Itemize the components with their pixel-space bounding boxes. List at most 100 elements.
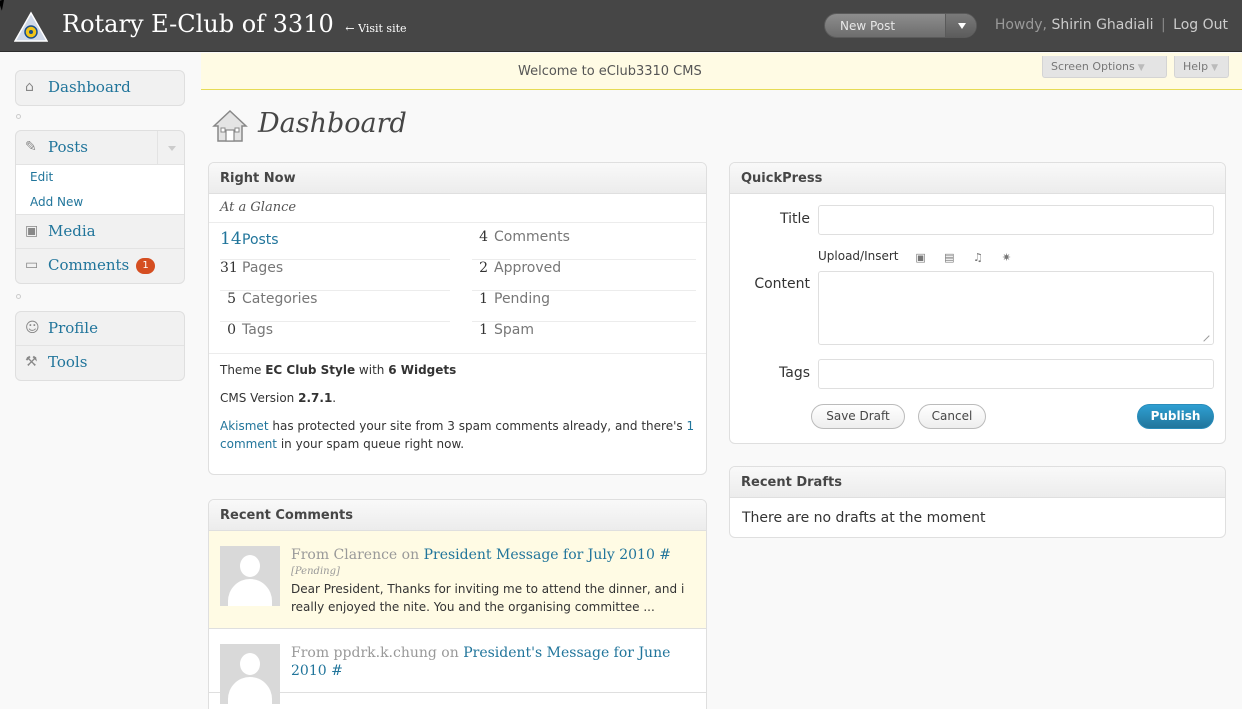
widget-title[interactable]: QuickPress [730,163,1225,194]
comment-status: [Pending] [291,566,340,577]
sidebar-item-label: Posts [48,138,88,156]
sidebar-item-comments[interactable]: ▭ Comments 1 [16,249,184,283]
stat-number[interactable]: 1 [472,291,494,307]
sidebar-item-media[interactable]: ▣ Media [16,215,184,249]
save-draft-button[interactable]: Save Draft [811,404,905,429]
sidebar-item-tools[interactable]: ⚒ Tools [16,346,184,380]
widgets-count: 6 Widgets [388,363,457,377]
title-input[interactable] [818,205,1214,235]
stat-row-pages[interactable]: 31 Pages [220,260,450,291]
stat-row-categories[interactable]: 5 Categories [220,291,450,322]
stat-label[interactable]: Posts [242,232,279,248]
users-icon: ☺ [25,320,40,336]
stat-label[interactable]: Categories [242,291,317,307]
howdy-text: Howdy, [994,17,1048,33]
content-textarea[interactable] [818,271,1214,345]
sidebar-item-posts[interactable]: ✎ Posts [16,131,184,165]
add-image-icon[interactable]: ▣ [915,252,927,263]
screen-options-button[interactable]: Screen Options ▼ [1042,56,1167,78]
stat-row-posts[interactable]: 14Posts [220,229,450,260]
sidebar-item-dashboard[interactable]: ⌂ Dashboard [16,71,184,105]
recent-drafts-widget: Recent Drafts There are no drafts at the… [729,466,1226,538]
avatar [220,644,280,704]
widget-title[interactable]: Right Now [209,163,706,194]
chevron-down-icon[interactable] [945,14,976,37]
sidebar-item-label: Comments [48,256,130,274]
stat-number[interactable]: 2 [472,260,494,276]
stat-number[interactable]: 4 [472,229,494,245]
stat-label[interactable]: Spam [494,322,534,338]
akismet-link[interactable]: Akismet [220,419,269,433]
new-post-dropdown[interactable]: New Post [824,13,977,38]
menu-separator[interactable] [16,294,21,299]
avatar [220,546,280,606]
media-icon: ▣ [25,223,39,239]
tags-input[interactable] [818,359,1214,389]
comment-meta: From ppdrk.k.chung on President's Messag… [291,644,695,680]
theme-name: EC Club Style [265,363,356,377]
visit-site-link[interactable]: ← Visit site [345,22,406,35]
posts-toggle-icon[interactable] [157,131,184,165]
site-title[interactable]: Rotary E-Club of 3310 ← Visit site [62,10,407,38]
add-audio-icon[interactable]: ♫ [973,252,985,263]
theme-prefix: Theme [220,363,262,377]
comment-item[interactable]: From ppdrk.k.chung on President's Messag… [209,629,706,704]
content-label: Content [754,276,810,292]
stat-number[interactable]: 14 [220,229,242,249]
tools-icon: ⚒ [25,354,38,370]
version-info: CMS Version 2.7.1. [220,389,700,407]
stat-row-tags[interactable]: 0 Tags [220,322,450,353]
site-title-text[interactable]: Rotary E-Club of 3310 [62,10,334,38]
version-suffix: . [332,391,337,405]
akismet-info: Akismet has protected your site from 3 s… [220,417,700,453]
stat-number[interactable]: 5 [220,291,242,307]
screen-options-label: Screen Options [1051,60,1135,73]
cancel-button[interactable]: Cancel [918,404,986,429]
chevron-down-icon: ▼ [1137,63,1145,73]
stat-label[interactable]: Tags [242,322,273,338]
menu-separator[interactable] [16,114,21,119]
sidebar-group-dashboard: ⌂ Dashboard [15,70,185,106]
comment-meta: From Clarence on President Message for J… [291,546,695,564]
sidebar-subitem-edit[interactable]: Edit [16,165,184,190]
stat-row-comments[interactable]: 4 Comments [472,229,696,260]
stat-number[interactable]: 0 [220,322,242,338]
home-icon [212,109,248,142]
help-button[interactable]: Help ▼ [1174,56,1229,78]
sidebar-group-content: ✎ Posts Edit Add New ▣ Media ▭ Comments … [15,130,185,284]
add-video-icon[interactable]: ▤ [944,252,956,263]
stat-label[interactable]: Pending [494,291,550,307]
stat-row-approved[interactable]: 2 Approved [472,260,696,291]
avatar-head [240,653,260,675]
separator: | [1160,17,1166,33]
right-now-widget: Right Now At a Glance 14Posts 31 Pages 5C… [208,162,707,475]
logout-link[interactable]: Log Out [1173,17,1228,33]
stat-number[interactable]: 31 [220,260,242,276]
rotary-logo-icon[interactable] [14,11,48,43]
sidebar-item-label: Dashboard [48,78,131,96]
welcome-bar: Welcome to eClub3310 CMS Screen Options ▼… [201,53,1242,90]
stat-number[interactable]: 1 [472,322,494,338]
comment-item[interactable]: From Clarence on President Message for J… [209,531,706,629]
help-label: Help [1183,60,1209,73]
title-label: Title [779,211,810,227]
new-post-button[interactable]: New Post [840,19,895,33]
widget-title[interactable]: Recent Drafts [730,467,1225,498]
stat-label[interactable]: Approved [494,260,561,276]
sidebar-item-profile[interactable]: ☺ Profile [16,312,184,346]
recent-comments-widget: Recent Comments From Clarence on Preside… [208,499,707,709]
welcome-text: Welcome to eClub3310 CMS [518,64,702,79]
comment-post-link[interactable]: President Message for July 2010 # [424,547,671,563]
stat-label[interactable]: Pages [242,260,283,276]
stat-row-pending[interactable]: 1 Pending [472,291,696,322]
sidebar-item-label: Profile [48,319,98,337]
stat-label[interactable]: Comments [494,229,570,245]
add-media-icon[interactable]: ✷ [1002,252,1014,263]
empty-drafts-message: There are no drafts at the moment [742,510,986,526]
user-profile-link[interactable]: Shirin Ghadiali [1051,17,1153,33]
widget-title[interactable]: Recent Comments [209,500,706,531]
stat-row-spam[interactable]: 1 Spam [472,322,696,353]
resize-handle-icon[interactable] [1198,330,1210,342]
publish-button[interactable]: Publish [1137,404,1214,429]
sidebar-subitem-add-new[interactable]: Add New [16,190,184,215]
